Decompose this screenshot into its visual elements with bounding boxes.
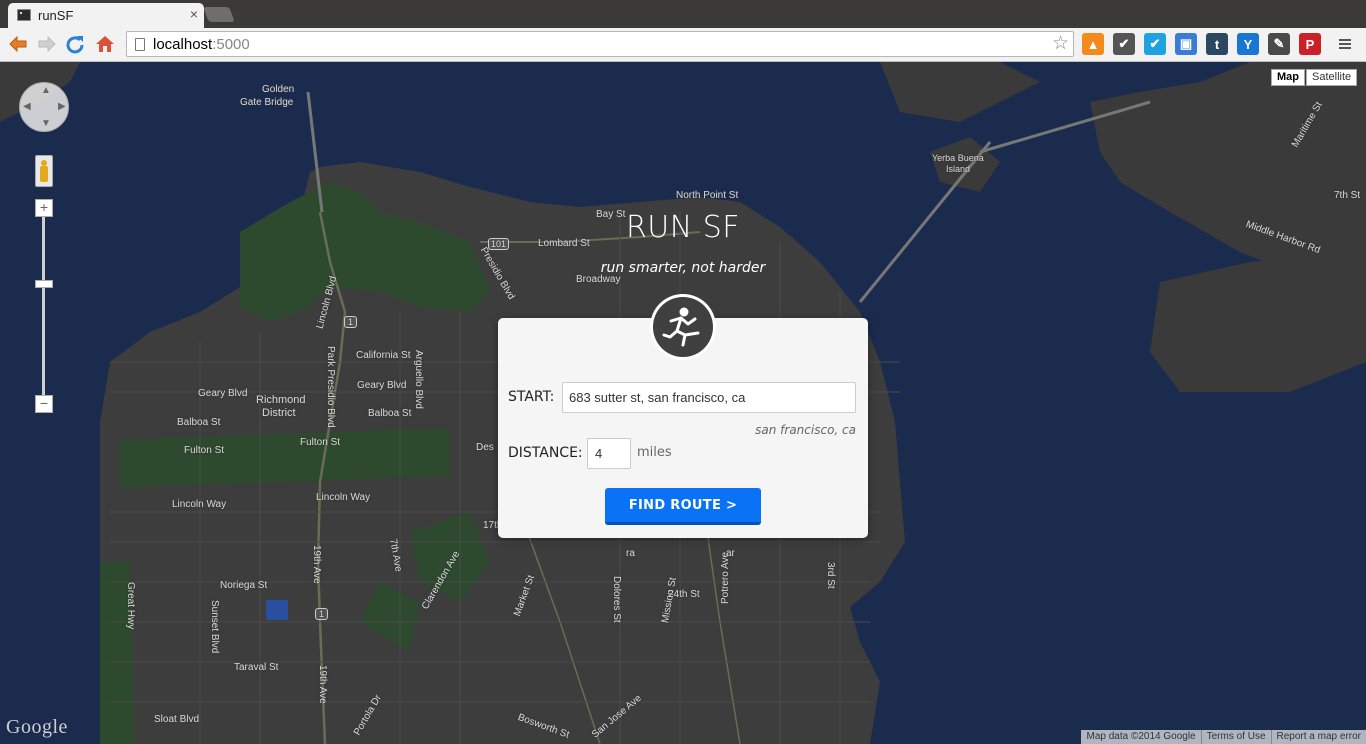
map-label: Lincoln Way — [172, 499, 227, 510]
map-data-credit: Map data ©2014 Google — [1086, 731, 1196, 742]
map-label: Balboa St — [177, 417, 221, 428]
back-button[interactable] — [5, 31, 31, 57]
map-label: Fulton St — [184, 445, 225, 456]
pan-right-icon[interactable]: ▶ — [58, 101, 66, 112]
map[interactable]: Golden Gate Bridge Yerba Buena Island No… — [0, 62, 1366, 744]
map-label: Park Presidio Blvd — [325, 346, 336, 428]
new-tab-button[interactable] — [203, 7, 235, 22]
pan-control[interactable]: ▲ ▼ ◀ ▶ — [19, 82, 69, 132]
zoom-in-button[interactable]: + — [35, 199, 53, 217]
browser-toolbar: localhost:5000 ☆ ▲ ✔ ✔ ▣ t Y ✎ P — [0, 28, 1366, 62]
zoom-slider-thumb[interactable] — [35, 280, 53, 288]
chrome-menu-icon[interactable] — [1334, 33, 1356, 55]
map-label: Richmond — [256, 394, 306, 406]
google-logo[interactable]: Google — [6, 716, 68, 739]
highway-1-shield: 1 — [344, 316, 358, 328]
start-autocomplete-hint[interactable]: san francisco, ca — [755, 423, 856, 437]
zoom-out-button[interactable]: − — [35, 395, 53, 413]
home-button[interactable] — [92, 31, 118, 57]
distance-input[interactable] — [587, 438, 631, 469]
map-label: Potrero Ave — [720, 551, 731, 604]
page-icon — [135, 38, 145, 51]
terminal-favicon-icon — [17, 9, 31, 21]
app-title: RUN SF — [625, 210, 741, 245]
tumblr-icon[interactable]: t — [1206, 33, 1228, 55]
start-label: START: — [508, 389, 555, 405]
evernote-icon[interactable]: ✎ — [1268, 33, 1290, 55]
map-label: Taraval St — [234, 662, 279, 673]
runner-logo-icon — [650, 294, 716, 360]
terms-of-use-link[interactable]: Terms of Use — [1200, 730, 1271, 744]
map-label: 3rd St — [825, 562, 836, 589]
report-map-error-link[interactable]: Report a map error — [1270, 730, 1366, 744]
map-label: Lombard St — [538, 238, 590, 249]
find-route-button[interactable]: FIND ROUTE > — [605, 488, 761, 525]
reload-button[interactable] — [62, 31, 88, 57]
map-label: Great Hwy — [125, 582, 136, 630]
map-label: Sunset Blvd — [209, 600, 220, 654]
back-arrow-icon — [9, 36, 27, 52]
extension-blue-check-icon[interactable]: ✔ — [1144, 33, 1166, 55]
forward-arrow-icon — [38, 36, 56, 52]
extension-orange-icon[interactable]: ▲ — [1082, 33, 1104, 55]
map-label: Geary Blvd — [198, 388, 248, 399]
map-type-satellite-button[interactable]: Satellite — [1306, 69, 1358, 86]
map-label: 24th St — [668, 589, 700, 600]
home-icon — [96, 36, 114, 52]
pan-up-icon[interactable]: ▲ — [41, 85, 51, 96]
distance-label: DISTANCE: — [508, 445, 583, 461]
map-label: 19th Ave — [311, 545, 322, 584]
tab-title: runSF — [38, 8, 74, 23]
bookmark-star-icon[interactable]: ☆ — [1052, 34, 1069, 54]
map-label: 19th Ave — [317, 665, 328, 704]
address-bar[interactable]: localhost:5000 ☆ — [126, 31, 1074, 57]
tab-close-icon[interactable]: × — [190, 7, 198, 21]
url-port: :5000 — [212, 36, 250, 53]
map-label: Golden — [262, 84, 295, 95]
map-label: 7th St — [1334, 190, 1361, 201]
map-label: Fulton St — [300, 437, 341, 448]
map-label: Yerba Buena — [932, 153, 984, 163]
highway-1-shield: 1 — [315, 608, 329, 620]
map-label: Arguello Blvd — [413, 350, 424, 409]
screenshot-icon[interactable]: ▣ — [1175, 33, 1197, 55]
map-label: ra — [626, 548, 635, 559]
yummly-icon[interactable]: Y — [1237, 33, 1259, 55]
map-label: ar — [726, 548, 735, 559]
url-text: localhost:5000 — [153, 36, 250, 53]
zoom-slider-track[interactable] — [42, 212, 45, 402]
map-label: Lincoln Way — [316, 492, 371, 503]
map-label: Gate Bridge — [240, 97, 294, 108]
map-label: District — [262, 407, 296, 419]
map-label: Dolores St — [611, 576, 622, 623]
pan-down-icon[interactable]: ▼ — [41, 118, 51, 129]
pocket-icon[interactable]: ✔ — [1113, 33, 1135, 55]
map-label: Des — [476, 442, 494, 453]
map-label: Balboa St — [368, 408, 412, 419]
distance-unit: miles — [637, 445, 672, 460]
map-label: Noriega St — [220, 580, 268, 591]
browser-tabstrip: runSF × — [0, 0, 1366, 28]
street-view-pegman-icon[interactable] — [35, 155, 53, 187]
reload-icon — [66, 36, 84, 54]
pinterest-icon[interactable]: P — [1299, 33, 1321, 55]
running-man-icon — [662, 307, 700, 347]
pan-left-icon[interactable]: ◀ — [23, 101, 31, 112]
map-attribution: Map data ©2014 Google Terms of Use Repor… — [1081, 730, 1366, 744]
browser-tab[interactable]: runSF × — [8, 3, 204, 28]
map-label: California St — [356, 350, 411, 361]
map-label: Sloat Blvd — [154, 714, 200, 725]
map-label: North Point St — [676, 190, 739, 201]
map-label: Geary Blvd — [357, 380, 407, 391]
app-tagline: run smarter, not harder — [600, 260, 766, 276]
highway-101-shield: 101 — [488, 238, 510, 250]
start-input[interactable] — [562, 382, 856, 413]
map-type-map-button[interactable]: Map — [1271, 69, 1305, 86]
forward-button[interactable] — [34, 31, 60, 57]
map-label: Island — [946, 164, 971, 174]
url-host: localhost — [153, 36, 213, 53]
